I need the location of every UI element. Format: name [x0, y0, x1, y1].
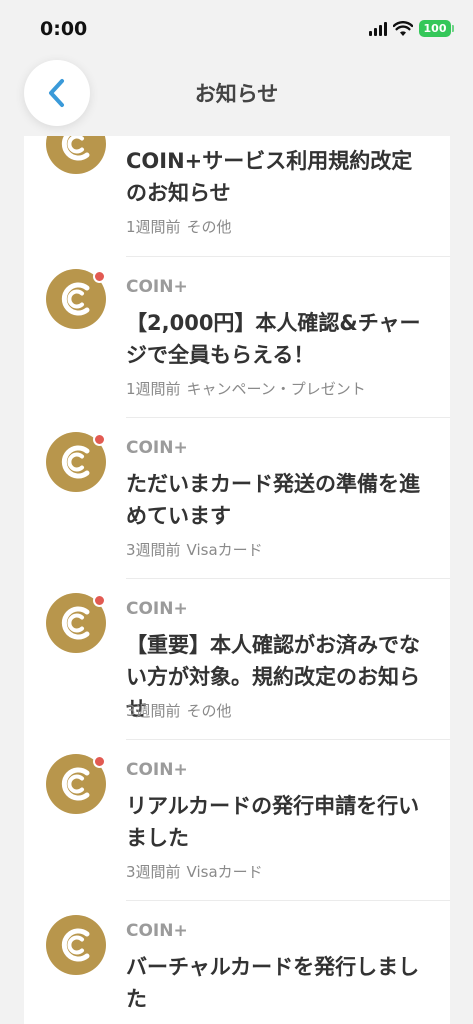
notification-sender: COIN+ — [126, 599, 188, 619]
unread-badge — [93, 755, 106, 768]
notification-time: 3週間前 — [126, 702, 181, 720]
status-time: 0:00 — [40, 18, 88, 40]
coin-plus-logo-icon — [46, 915, 106, 975]
notification-title: リアルカードの発行申請を行いました — [126, 794, 420, 850]
notification-item[interactable]: COIN+ リアルカードの発行申請を行いました 3週間前 Visaカード — [24, 740, 450, 901]
notification-item[interactable]: COIN+ 【2,000円】本人確認&チャージで全員もらえる！ 1週間前 キャンペ… — [24, 257, 450, 418]
cellular-signal-icon — [369, 21, 387, 36]
notification-sender: COIN+ — [126, 438, 188, 458]
coin-plus-logo-icon — [46, 593, 106, 653]
notification-meta: 3週間前 その他 — [126, 700, 232, 721]
notification-title: 【2,000円】本人確認&チャージで全員もらえる！ — [126, 311, 421, 367]
wifi-icon — [393, 20, 413, 36]
notification-sender: COIN+ — [126, 760, 188, 780]
unread-badge — [93, 433, 106, 446]
coin-plus-logo-icon — [46, 432, 106, 492]
notification-time: 1週間前 — [126, 380, 181, 398]
notification-category: キャンペーン・プレゼント — [186, 380, 366, 398]
unread-badge — [93, 270, 106, 283]
notification-category: その他 — [186, 218, 232, 236]
notification-title: COIN+サービス利用規約改定のお知らせ — [126, 149, 413, 205]
notification-title: ただいまカード発送の準備を進めています — [126, 472, 420, 528]
notification-category: Visaカード — [186, 863, 263, 881]
notification-title: バーチャルカードを発行しました — [126, 955, 420, 1011]
notification-category: Visaカード — [186, 541, 263, 559]
coin-plus-logo-icon — [46, 269, 106, 329]
notification-meta: 3週間前 Visaカード — [126, 539, 263, 560]
notification-list: COIN+サービス利用規約改定のお知らせ 1週間前 その他 COIN+ 【2,00… — [24, 136, 450, 1024]
notification-meta: 1週間前 その他 — [126, 216, 232, 237]
coin-plus-logo-icon — [46, 136, 106, 174]
notification-item[interactable]: COIN+サービス利用規約改定のお知らせ 1週間前 その他 — [24, 136, 450, 257]
notification-meta: 3週間前 Visaカード — [126, 861, 263, 882]
battery-icon: 100 — [419, 20, 454, 37]
notification-time: 3週間前 — [126, 541, 181, 559]
notification-item[interactable]: COIN+ ただいまカード発送の準備を進めています 3週間前 Visaカード — [24, 418, 450, 579]
status-icons: 100 — [369, 20, 454, 37]
coin-plus-logo-icon — [46, 754, 106, 814]
unread-badge — [93, 594, 106, 607]
notification-category: その他 — [186, 702, 232, 720]
notification-item[interactable]: COIN+ バーチャルカードを発行しました — [24, 901, 450, 1024]
status-bar: 0:00 100 — [0, 0, 473, 56]
header: お知らせ — [0, 56, 473, 136]
screen: 0:00 100 お知らせ COIN+サービス利用規約改定のお知らせ 1週間前 … — [0, 0, 473, 1024]
notification-meta: 1週間前 キャンペーン・プレゼント — [126, 378, 366, 399]
page-title: お知らせ — [194, 82, 279, 106]
notification-sender: COIN+ — [126, 921, 188, 941]
notification-time: 3週間前 — [126, 863, 181, 881]
notification-time: 1週間前 — [126, 218, 181, 236]
notification-sender: COIN+ — [126, 277, 188, 297]
notification-item[interactable]: COIN+ 【重要】本人確認がお済みでない方が対象。規約改定のお知らせ 3週間前… — [24, 579, 450, 740]
